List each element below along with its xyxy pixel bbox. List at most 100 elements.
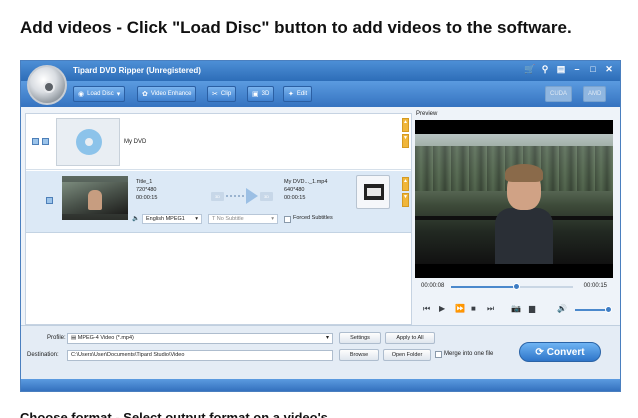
cart-icon[interactable]: 🛒 <box>524 64 535 75</box>
preview-player[interactable] <box>415 120 613 278</box>
next-step-heading: Choose format - Select output format on … <box>20 410 328 418</box>
pin-icon[interactable]: ⚲ <box>540 64 550 75</box>
destination-field[interactable]: C:\Users\User\Documents\Tipard Studio\Vi… <box>67 350 333 361</box>
3d-button[interactable]: ▣ 3D <box>247 86 275 102</box>
toolbar: ◉ Load Disc ▾ ✿ Video Enhance ✂ Clip ▣ 3… <box>21 81 620 107</box>
file-list: My DVD ▲ ▼ Title_1 720*480 00:00:15 3D 3… <box>25 113 412 325</box>
apply-to-all-button[interactable]: Apply to All <box>385 332 435 344</box>
3d-icon: ▣ <box>252 91 259 98</box>
load-disc-label: Load Disc <box>87 91 114 97</box>
app-logo-disc-icon <box>27 65 67 105</box>
palette-icon: ✿ <box>142 91 148 98</box>
seek-track[interactable] <box>451 283 573 290</box>
output-name: My DVD..._1.mp4 <box>284 179 328 185</box>
thumbnail-subject <box>88 190 102 210</box>
disc-row[interactable]: My DVD ▲ ▼ <box>26 114 411 170</box>
target-format-icon: 3D <box>260 191 273 201</box>
disc-icon: ◉ <box>78 91 85 98</box>
volume-icon[interactable]: 🔊 <box>557 304 567 313</box>
snapshot-camera-icon[interactable]: 📷 <box>511 304 521 313</box>
status-bar <box>21 379 620 391</box>
next-icon[interactable]: ⏭ <box>487 304 494 314</box>
volume-handle[interactable] <box>605 306 612 313</box>
edit-icon: ✦ <box>288 91 294 98</box>
playback-controls: ⏮ ▶ ⏩ ■ ⏭ 📷 ▆ 🔊 <box>415 303 613 317</box>
clip-button[interactable]: ✂ Clip <box>207 86 237 102</box>
title-row[interactable]: Title_1 720*480 00:00:15 3D 3D My DVD...… <box>26 171 411 233</box>
seek-handle[interactable] <box>512 283 520 290</box>
stop-icon[interactable]: ■ <box>471 304 476 313</box>
disc-thumbnail <box>56 118 120 166</box>
3d-label: 3D <box>261 91 270 97</box>
row-up-arrow-icon[interactable]: ▲ <box>402 177 409 191</box>
settings-button[interactable]: Settings <box>339 332 381 344</box>
merge-checkbox[interactable] <box>435 351 442 358</box>
row-down-arrow-icon[interactable]: ▼ <box>402 193 409 207</box>
preview-label: Preview <box>416 111 438 117</box>
fast-forward-icon[interactable]: ⏩ <box>455 304 465 313</box>
conversion-arrow: 3D 3D <box>211 187 281 205</box>
video-thumbnail <box>62 176 128 220</box>
title-checkbox[interactable] <box>46 197 53 204</box>
output-duration: 00:00:15 <box>284 195 306 201</box>
convert-button[interactable]: ⟳ Convert <box>519 342 601 362</box>
profile-label: Profile: <box>47 335 66 341</box>
preview-subject-body <box>495 208 553 264</box>
open-folder-button[interactable]: Open Folder <box>383 349 431 361</box>
edit-label: Edit <box>296 91 308 97</box>
convert-refresh-icon: ⟳ <box>535 346 544 358</box>
convert-label: Convert <box>546 346 585 358</box>
title-duration: 00:00:15 <box>136 195 158 201</box>
forced-subtitles-label: Forced Subtitles <box>293 215 333 221</box>
clip-label: Clip <box>220 91 232 97</box>
restore-button[interactable]: □ <box>588 64 598 75</box>
disc-name: My DVD <box>124 139 147 145</box>
title-bar: Tipard DVD Ripper (Unregistered) 🛒 ⚲ ▤ –… <box>21 61 620 81</box>
browse-button[interactable]: Browse <box>339 349 379 361</box>
load-disc-button[interactable]: ◉ Load Disc ▾ <box>73 86 126 102</box>
profile-format-icon: ▤ <box>71 335 78 341</box>
disc-icon <box>76 129 102 155</box>
title-resolution: 720*480 <box>136 187 157 193</box>
arrow-right-icon <box>246 188 258 204</box>
minimize-button[interactable]: – <box>572 64 582 75</box>
audio-track-select[interactable]: English MPEG1 ▾ <box>142 214 202 224</box>
cuda-button[interactable]: CUDA <box>545 86 573 102</box>
preview-subject-hair <box>505 164 543 182</box>
row-down-arrow-icon[interactable]: ▼ <box>402 134 409 148</box>
volume-slider[interactable] <box>575 306 612 313</box>
merge-label: Merge into one file <box>444 351 494 357</box>
output-settings-panel: Profile: ▤ MPEG-4 Video (*.mp4) Settings… <box>21 325 620 381</box>
close-button[interactable]: ✕ <box>604 64 614 75</box>
output-format-button[interactable] <box>356 175 390 209</box>
window-controls: 🛒 ⚲ ▤ – □ ✕ <box>524 64 614 75</box>
video-enhance-button[interactable]: ✿ Video Enhance <box>137 86 197 102</box>
seek-progress <box>451 286 516 288</box>
subtitle-select[interactable]: T No Subtitle ▾ <box>208 214 278 224</box>
folder-icon[interactable]: ▆ <box>529 304 535 313</box>
video-enhance-label: Video Enhance <box>150 91 192 97</box>
play-icon[interactable]: ▶ <box>439 304 445 313</box>
amd-label: AMD <box>588 91 602 97</box>
current-time: 00:00:08 <box>421 283 445 289</box>
subtitle-value: No Subtitle <box>216 216 244 222</box>
settings-icon[interactable]: ▤ <box>556 64 566 75</box>
seek-bar: 00:00:08 00:00:15 <box>415 279 613 293</box>
previous-icon[interactable]: ⏮ <box>423 304 430 314</box>
total-time: 00:00:15 <box>583 283 607 289</box>
forced-subtitles-checkbox[interactable] <box>284 216 291 223</box>
amd-button[interactable]: AMD <box>583 86 607 102</box>
row-up-arrow-icon[interactable]: ▲ <box>402 118 409 132</box>
edit-button[interactable]: ✦ Edit <box>283 86 313 102</box>
profile-select[interactable]: ▤ MPEG-4 Video (*.mp4) <box>67 333 333 344</box>
profile-value: MPEG-4 Video (*.mp4) <box>77 335 134 341</box>
disc-expand-toggle[interactable] <box>42 138 49 145</box>
window-title: Tipard DVD Ripper (Unregistered) <box>73 66 201 75</box>
chevron-down-icon[interactable]: ▾ <box>117 90 121 98</box>
arrow-dots <box>226 195 244 197</box>
disc-checkbox[interactable] <box>32 138 39 145</box>
speaker-icon: 🔈 <box>132 216 140 222</box>
title-name: Title_1 <box>136 179 153 185</box>
film-icon <box>364 184 384 200</box>
cuda-label: CUDA <box>550 91 568 97</box>
